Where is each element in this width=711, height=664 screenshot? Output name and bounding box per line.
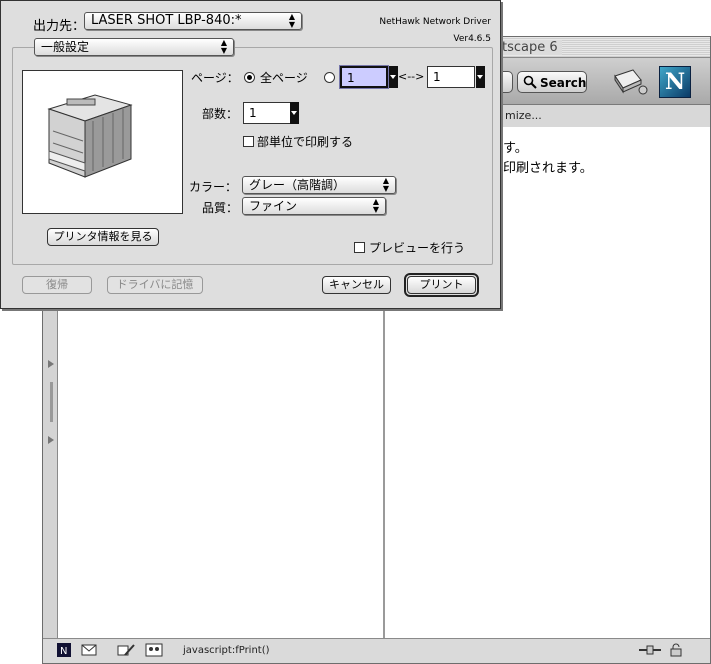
svg-text:N: N xyxy=(60,646,67,657)
print-button[interactable]: プリント xyxy=(407,276,476,294)
collate-label: 部単位で印刷する xyxy=(257,135,354,149)
online-status-icon[interactable] xyxy=(639,643,661,660)
popup-arrows-icon: ▲ ▼ xyxy=(288,12,296,29)
color-popup[interactable]: グレー（高階調） ▲ ▼ xyxy=(242,176,396,194)
search-icon xyxy=(523,75,537,89)
popup-arrows-icon: ▲ ▼ xyxy=(382,176,390,193)
collate-checkbox[interactable] xyxy=(243,136,254,147)
driver-name: NetHawk Network Driver xyxy=(379,17,491,27)
page-range-radio[interactable] xyxy=(324,72,335,83)
driver-version: Ver4.6.5 xyxy=(453,34,491,44)
search-button-label: Search xyxy=(540,76,587,90)
quality-label: 品質： xyxy=(202,201,239,215)
address-book-icon[interactable] xyxy=(145,643,163,660)
lock-icon[interactable] xyxy=(669,643,683,660)
restore-button[interactable]: 復帰 xyxy=(22,276,92,294)
color-label: カラー： xyxy=(189,180,238,194)
destination-label: 出力先： xyxy=(33,19,86,34)
quality-popup[interactable]: ファイン ▲ ▼ xyxy=(242,197,386,215)
browser-window-title: tscape 6 xyxy=(498,40,562,55)
print-icon[interactable] xyxy=(609,66,649,96)
destination-popup[interactable]: LASER SHOT LBP-840:* ▲ ▼ xyxy=(84,12,302,30)
pages-label: ページ： xyxy=(191,71,239,85)
page-to-stepper[interactable] xyxy=(476,66,485,88)
preview-checkbox[interactable] xyxy=(354,242,365,253)
cancel-button[interactable]: キャンセル xyxy=(322,276,391,294)
all-pages-radio[interactable] xyxy=(244,72,255,83)
popup-arrows-icon: ▲ ▼ xyxy=(372,197,380,214)
status-bar: N javascript:fPrint() xyxy=(43,638,710,663)
page-from-field[interactable]: 1 xyxy=(340,66,388,88)
destination-value: LASER SHOT LBP-840:* xyxy=(91,13,242,28)
personal-toolbar-customize-link[interactable]: mize... xyxy=(505,109,542,122)
print-dialog: 出力先： LASER SHOT LBP-840:* ▲ ▼ NetHawk Net… xyxy=(0,0,501,309)
netscape-small-icon[interactable]: N xyxy=(57,643,71,660)
copies-label: 部数： xyxy=(202,107,239,121)
page-to-field[interactable]: 1 xyxy=(427,66,475,88)
content-text: 印刷されます。 xyxy=(503,161,593,176)
page-from-stepper[interactable] xyxy=(389,66,398,88)
content-text: す。 xyxy=(503,141,528,156)
settings-panel-value: 一般設定 xyxy=(41,40,90,54)
all-pages-label: 全ページ xyxy=(260,71,308,85)
preview-label: プレビューを行う xyxy=(369,241,466,255)
mail-icon[interactable] xyxy=(81,643,97,660)
range-separator: <--> xyxy=(398,70,425,83)
laser-printer-icon xyxy=(47,94,133,178)
copies-field[interactable]: 1 xyxy=(243,102,291,124)
status-text: javascript:fPrint() xyxy=(183,645,270,656)
save-to-driver-button[interactable]: ドライバに記憶 xyxy=(107,276,203,294)
popup-arrows-icon: ▲ ▼ xyxy=(220,38,228,55)
printer-image xyxy=(22,70,183,214)
printer-info-button[interactable]: プリンタ情報を見る xyxy=(47,228,159,246)
color-value: グレー（高階調） xyxy=(249,178,346,192)
settings-panel-popup[interactable]: 一般設定 ▲ ▼ xyxy=(34,38,234,56)
quality-value: ファイン xyxy=(249,199,298,213)
splitter-grip-icon xyxy=(48,360,54,444)
netscape-logo[interactable]: N xyxy=(659,66,691,98)
search-button[interactable]: Search xyxy=(517,71,587,93)
copies-stepper[interactable] xyxy=(290,102,299,124)
composer-icon[interactable] xyxy=(117,643,135,660)
